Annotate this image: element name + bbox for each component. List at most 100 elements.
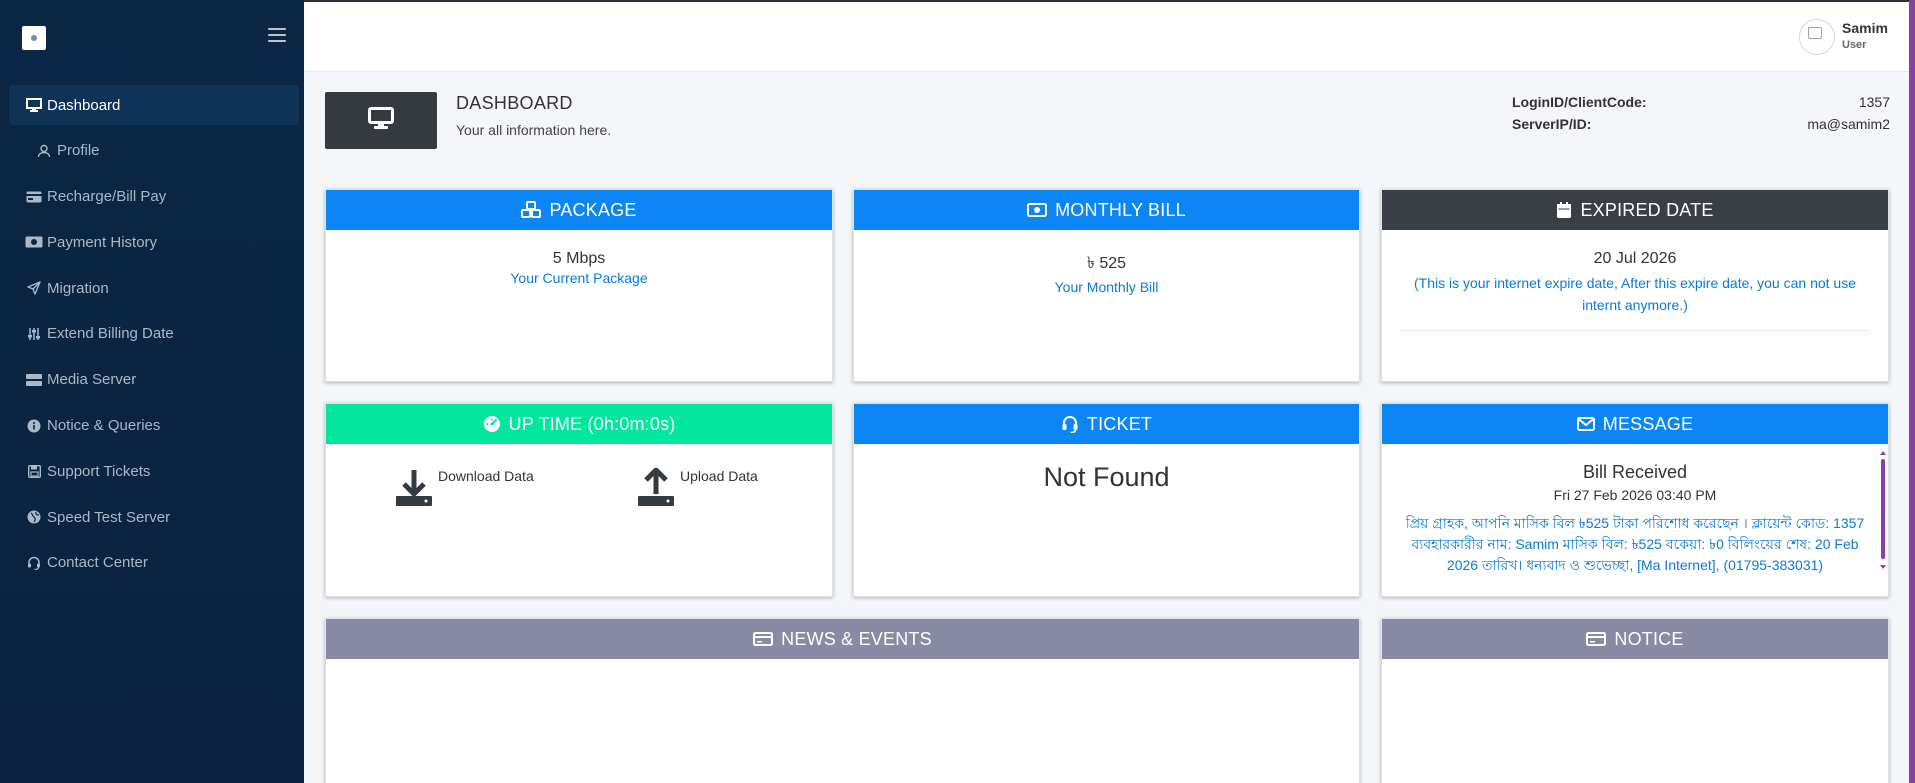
sidebar-item-label: Notice & Queries [47, 417, 161, 435]
avatar[interactable] [1799, 19, 1835, 55]
package-card: PACKAGE 5 Mbps Your Current Package [325, 189, 833, 382]
package-card-header: PACKAGE [326, 190, 832, 230]
ticket-card: TICKET Not Found [853, 403, 1360, 597]
paper-plane-icon [25, 279, 43, 297]
info-icon [25, 417, 43, 435]
sidebar-item-label: Support Tickets [47, 462, 151, 480]
page-subtitle: Your all information here. [456, 122, 612, 138]
sidebar-item-profile[interactable]: Profile [9, 131, 299, 171]
money-bill-icon [1027, 203, 1048, 217]
uptime-card: UP TIME (0h:0m:0s) Download Data Upload … [325, 403, 833, 597]
sidebar-item-label: Payment History [47, 233, 158, 251]
credit-card-icon [753, 632, 774, 646]
message-date: Fri 27 Feb 2026 03:40 PM [1553, 487, 1717, 503]
server-ip-value: ma@samim2 [1807, 116, 1890, 132]
headset-icon [1061, 415, 1079, 433]
sidebar-item-label: Contact Center [47, 554, 148, 572]
calendar-icon [1556, 201, 1572, 219]
monthly-bill-card: MONTHLY BILL ৳ 525 Your Monthly Bill [853, 189, 1360, 382]
sliders-icon [25, 325, 43, 343]
credit-card-icon [1586, 632, 1607, 646]
top-navbar [304, 0, 1915, 72]
monitor-icon [368, 107, 394, 134]
package-card-title: PACKAGE [549, 199, 637, 220]
upload-icon [638, 466, 674, 511]
sidebar: Dashboard Profile Recharge/Bill Pay Paym… [0, 0, 304, 783]
package-value: 5 Mbps [552, 250, 606, 267]
monthly-bill-card-title: MONTHLY BILL [1055, 199, 1186, 220]
headset-icon [25, 554, 43, 572]
brand-logo[interactable] [22, 26, 46, 50]
message-card-title: MESSAGE [1602, 413, 1694, 434]
server-icon [25, 371, 43, 389]
tachometer-icon [483, 415, 501, 433]
upload-label: Upload Data [680, 468, 758, 484]
envelope-icon [1576, 417, 1595, 431]
notice-card-title: NOTICE [1614, 628, 1684, 649]
monthly-bill-card-header: MONTHLY BILL [854, 190, 1359, 230]
sidebar-item-label: Speed Test Server [47, 508, 171, 526]
money-icon [25, 233, 43, 251]
expired-date-card-header: EXPIRED DATE [1382, 190, 1888, 230]
sidebar-item-label: Profile [57, 142, 100, 160]
message-subject: Bill Received [1582, 462, 1688, 482]
download-icon [396, 468, 432, 511]
page-title: DASHBOARD [456, 93, 573, 113]
expired-date-description: (This is your internet expire date, Afte… [1413, 275, 1856, 313]
topbar-border [304, 0, 1915, 2]
sidebar-item-extend-billing[interactable]: Extend Billing Date [9, 314, 299, 354]
message-card: MESSAGE Bill Received Fri 27 Feb 2026 03… [1381, 403, 1889, 597]
monthly-bill-value: ৳ 525 [1086, 255, 1127, 272]
sidebar-item-label: Recharge/Bill Pay [47, 188, 167, 206]
news-events-card: NEWS & EVENTS [325, 618, 1360, 783]
message-list: Bill Received Fri 27 Feb 2026 03:40 PM প… [1382, 444, 1888, 576]
download-data[interactable]: Download Data [396, 468, 534, 511]
page-scrollbar[interactable] [1909, 0, 1915, 783]
message-scrollbar[interactable] [1880, 451, 1886, 569]
hamburger-menu-icon[interactable] [268, 28, 286, 44]
message-card-header: MESSAGE [1382, 404, 1888, 444]
upload-data[interactable]: Upload Data [638, 466, 758, 511]
ticket-card-title: TICKET [1086, 413, 1153, 434]
save-icon [25, 462, 43, 480]
user-name[interactable]: Samim [1842, 20, 1888, 36]
notice-card-header: NOTICE [1382, 619, 1888, 659]
sidebar-item-contact-center[interactable]: Contact Center [9, 543, 299, 583]
sidebar-item-label: Media Server [47, 371, 137, 389]
monthly-bill-caption[interactable]: Your Monthly Bill [854, 279, 1359, 295]
cubes-icon [521, 201, 542, 219]
user-icon [35, 142, 53, 160]
news-events-card-title: NEWS & EVENTS [781, 628, 932, 649]
sidebar-menu: Dashboard Profile Recharge/Bill Pay Paym… [9, 85, 299, 589]
globe-icon [25, 508, 43, 526]
package-caption[interactable]: Your Current Package [326, 270, 832, 286]
sidebar-item-payment-history[interactable]: Payment History [9, 222, 299, 262]
card-icon [25, 188, 43, 206]
login-id-value: 1357 [1858, 94, 1890, 110]
server-ip-label: ServerIP/ID: [1512, 116, 1592, 132]
sidebar-item-support-tickets[interactable]: Support Tickets [9, 451, 299, 491]
sidebar-item-recharge[interactable]: Recharge/Bill Pay [9, 177, 299, 217]
divider [1400, 330, 1870, 331]
user-role: User [1842, 39, 1867, 51]
sidebar-item-speed-test[interactable]: Speed Test Server [9, 497, 299, 537]
uptime-card-title: UP TIME (0h:0m:0s) [508, 413, 676, 434]
login-id-label: LoginID/ClientCode: [1512, 94, 1647, 110]
ticket-not-found: Not Found [1043, 462, 1170, 492]
notice-card: NOTICE [1381, 618, 1889, 783]
sidebar-item-label: Extend Billing Date [47, 325, 174, 343]
download-label: Download Data [438, 468, 534, 484]
news-events-card-header: NEWS & EVENTS [326, 619, 1359, 659]
sidebar-item-migration[interactable]: Migration [9, 268, 299, 308]
monitor-icon [25, 96, 43, 114]
uptime-card-header: UP TIME (0h:0m:0s) [326, 404, 832, 444]
expired-date-card: EXPIRED DATE 20 Jul 2026 (This is your i… [1381, 189, 1889, 382]
sidebar-item-media-server[interactable]: Media Server [9, 360, 299, 400]
ticket-card-header: TICKET [854, 404, 1359, 444]
dashboard-icon-box [325, 92, 437, 149]
expired-date-card-title: EXPIRED DATE [1580, 199, 1714, 220]
sidebar-item-label: Dashboard [47, 96, 121, 114]
message-text: প্রিয় গ্রাহক, আপনি মাসিক বিল ৳525 টাকা … [1405, 515, 1865, 573]
sidebar-item-notice-queries[interactable]: Notice & Queries [9, 406, 299, 446]
sidebar-item-dashboard[interactable]: Dashboard [9, 85, 299, 125]
